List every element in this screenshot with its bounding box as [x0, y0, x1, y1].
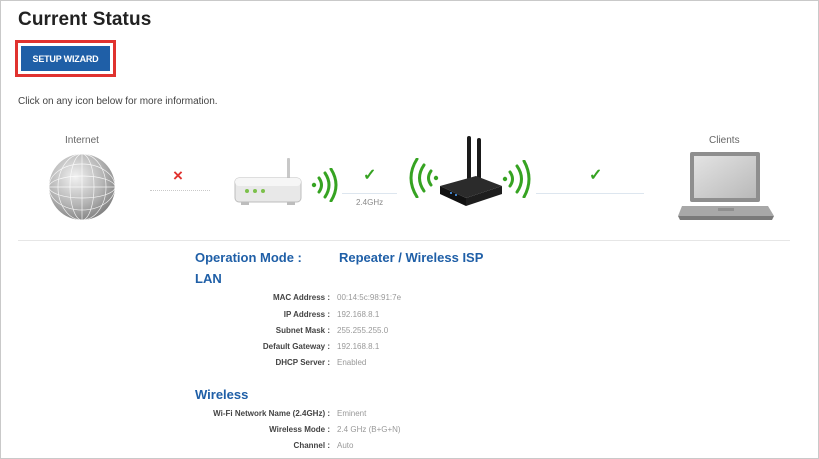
operation-mode-label: Operation Mode : — [195, 250, 302, 265]
repeater-icon — [440, 136, 502, 206]
operation-mode-value: Repeater / Wireless ISP — [339, 250, 484, 265]
info-hint: Click on any icon below for more informa… — [18, 96, 218, 107]
clients-label: Clients — [709, 135, 740, 146]
wifi-network-name-value: Eminent — [337, 409, 367, 418]
band-label: 2.4GHz — [356, 198, 384, 207]
router-button[interactable] — [233, 158, 305, 208]
default-gateway-label: Default Gateway : — [262, 342, 330, 351]
uplink-line — [342, 193, 397, 194]
globe-icon — [48, 153, 116, 221]
wireless-heading: Wireless — [195, 387, 249, 402]
dhcp-server-value: Enabled — [337, 358, 367, 367]
clients-laptop-button[interactable] — [678, 150, 774, 222]
uplink-connected-icon: ✓ — [363, 167, 377, 184]
setup-wizard-button[interactable]: SETUP WIZARD — [21, 46, 110, 71]
internet-globe-button[interactable] — [45, 152, 119, 222]
wireless-mode-label: Wireless Mode : — [269, 425, 330, 434]
internet-disconnected-icon: × — [173, 166, 183, 185]
page-title: Current Status — [18, 9, 152, 30]
client-link-line — [536, 193, 644, 194]
channel-label: Channel : — [293, 441, 330, 450]
section-divider — [18, 240, 790, 241]
dhcp-server-label: DHCP Server : — [275, 358, 330, 367]
mac-address-label: MAC Address : — [272, 293, 330, 302]
wifi-network-name-label: Wi-Fi Network Name (2.4GHz) : — [213, 409, 330, 418]
repeater-button[interactable] — [436, 136, 504, 212]
ip-address-label: IP Address : — [283, 310, 330, 319]
wifi-signal-icon — [311, 168, 338, 202]
page-frame — [0, 0, 819, 459]
ip-address-value: 192.168.8.1 — [337, 310, 380, 319]
wireless-mode-value: 2.4 GHz (B+G+N) — [337, 425, 401, 434]
laptop-icon — [678, 152, 774, 220]
mac-address-value: 00:14:5c:98:91:7e — [337, 293, 402, 302]
default-gateway-value: 192.168.8.1 — [337, 342, 380, 351]
internet-label: Internet — [65, 135, 99, 146]
internet-link-line — [150, 190, 210, 191]
channel-value: Auto — [337, 441, 354, 450]
setup-wizard-highlight: SETUP WIZARD — [15, 40, 116, 77]
lan-heading: LAN — [195, 271, 222, 286]
client-connected-icon: ✓ — [589, 167, 603, 184]
router-icon — [234, 158, 302, 205]
wifi-signal-right-icon — [502, 160, 531, 198]
subnet-mask-value: 255.255.255.0 — [337, 326, 389, 335]
subnet-mask-label: Subnet Mask : — [275, 326, 330, 335]
